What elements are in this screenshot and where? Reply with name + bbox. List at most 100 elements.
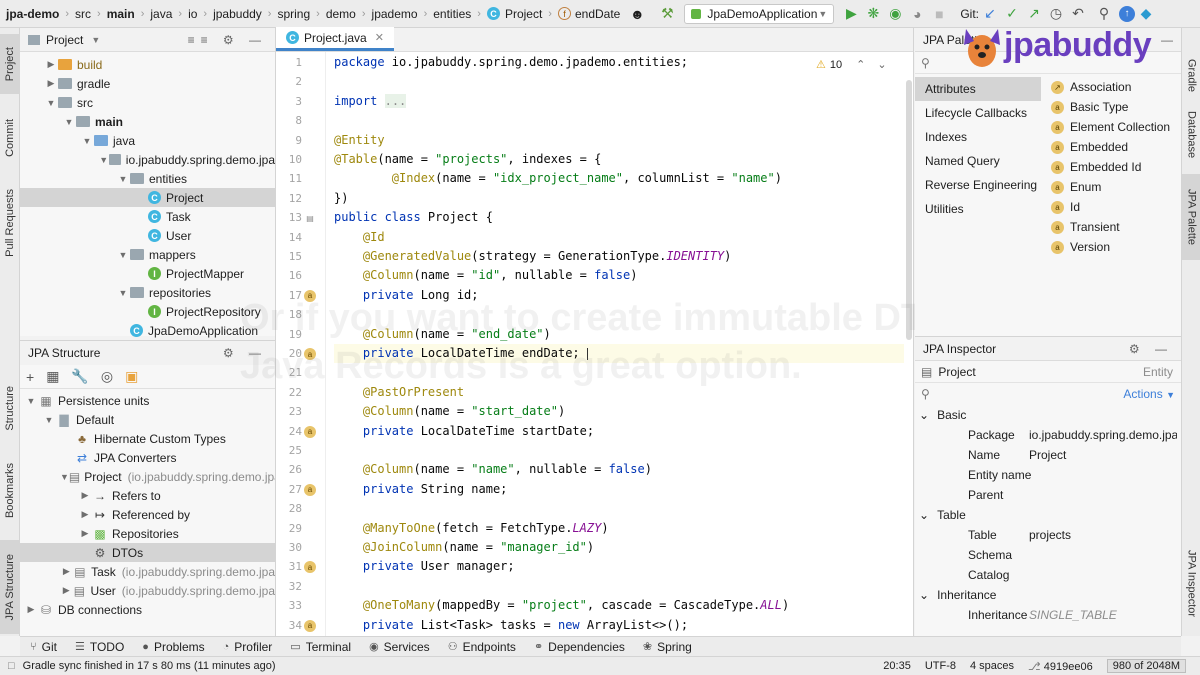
code-line[interactable]: @Id: [334, 228, 385, 247]
build-hammer-icon[interactable]: ⚒: [656, 3, 678, 25]
db-icon[interactable]: ▦: [46, 368, 59, 385]
tree-row-entities[interactable]: ▼ entities: [20, 169, 275, 188]
tree-row-project[interactable]: C Project: [20, 188, 275, 207]
tool-tab-bookmarks[interactable]: Bookmarks: [0, 456, 20, 526]
chevron-down-icon[interactable]: ▼: [116, 288, 130, 298]
caret-position[interactable]: 20:35: [883, 660, 911, 672]
jpa-tree-row-persistence-units[interactable]: ▼ ▦ Persistence units: [20, 391, 275, 410]
chevron-right-icon[interactable]: ▶: [78, 490, 92, 501]
chevron-right-icon[interactable]: ▶: [24, 604, 38, 615]
inspector-row-schema[interactable]: Schema: [915, 545, 1181, 565]
jpa-tree-row-user[interactable]: ▶ ▤ User (io.jpabuddy.spring.demo.jpa: [20, 581, 275, 600]
tool-tab-jpa-palette[interactable]: JPA Palette: [1182, 174, 1200, 260]
editor-scrollbar[interactable]: [906, 80, 912, 340]
chevron-down-icon[interactable]: ▼: [91, 35, 100, 45]
code-line[interactable]: private LocalDateTime endDate;: [334, 344, 904, 364]
palette-icon[interactable]: ▣: [125, 368, 138, 385]
jpa-tree-row-project[interactable]: ▼ ▤ Project (io.jpabuddy.spring.demo.jpa: [20, 467, 281, 486]
breadcrumb-item[interactable]: entities: [433, 7, 471, 21]
tool-window-git[interactable]: ⑂ Git: [30, 640, 57, 654]
code-line[interactable]: @JoinColumn(name = "manager_id"): [334, 538, 594, 557]
tool-tab-jpa-structure[interactable]: JPA Structure: [0, 540, 20, 634]
breadcrumb-item[interactable]: jpademo: [372, 7, 418, 21]
chevron-down-icon[interactable]: ▼: [44, 98, 58, 108]
code-line[interactable]: package io.jpabuddy.spring.demo.jpademo.…: [334, 53, 688, 72]
chevron-down-icon[interactable]: ▼: [24, 396, 38, 406]
chevron-down-icon[interactable]: ▼: [60, 472, 69, 482]
property-value[interactable]: io.jpabuddy.spring.demo.jpa...: [1029, 428, 1177, 442]
breadcrumb-item[interactable]: demo: [326, 7, 356, 21]
coverage-icon[interactable]: ◉: [884, 3, 906, 25]
inspector-row-parent[interactable]: Parent: [915, 485, 1181, 505]
project-panel-title[interactable]: Project: [46, 33, 83, 47]
gutter-bean-icon[interactable]: a: [304, 483, 316, 496]
search-icon[interactable]: ⚲: [921, 387, 930, 401]
breadcrumb-item[interactable]: Project: [505, 7, 542, 21]
tree-row-repositories[interactable]: ▼ repositories: [20, 283, 275, 302]
code-line[interactable]: private String name;: [334, 480, 508, 499]
chevron-right-icon[interactable]: ▶: [78, 528, 92, 539]
palette-category-utilities[interactable]: Utilities: [915, 197, 1041, 221]
palette-item-basic-type[interactable]: a Basic Type: [1041, 97, 1181, 117]
code-line[interactable]: private User manager;: [334, 557, 515, 576]
tree-row-main[interactable]: ▼ main: [20, 112, 275, 131]
inspector-section-inheritance[interactable]: ⌄ Inheritance: [915, 585, 1181, 605]
breadcrumb-item[interactable]: main: [107, 7, 135, 21]
breadcrumb-item[interactable]: jpabuddy: [213, 7, 262, 21]
tool-window-spring[interactable]: ❀ Spring: [643, 640, 692, 654]
inspector-section-table[interactable]: ⌄ Table: [915, 505, 1181, 525]
tree-row-mappers[interactable]: ▼ mappers: [20, 245, 275, 264]
breadcrumb-item[interactable]: jpa-demo: [6, 7, 59, 21]
gutter-bean-icon[interactable]: a: [304, 561, 316, 574]
jpa-tree-row-task[interactable]: ▶ ▤ Task (io.jpabuddy.spring.demo.jpa: [20, 562, 275, 581]
jpa-tree-row-hibernate-custom-types[interactable]: ♣ Hibernate Custom Types: [20, 429, 275, 448]
code-line[interactable]: public class Project {: [334, 208, 493, 227]
chevron-down-icon[interactable]: ▼: [116, 174, 130, 184]
tree-row-io-jpabuddy-spring-demo-jpa[interactable]: ▼ io.jpabuddy.spring.demo.jpa: [20, 150, 275, 169]
jpa-tree-row-default[interactable]: ▼ ▇ Default: [20, 410, 275, 429]
tool-tab-gradle[interactable]: Gradle: [1182, 46, 1200, 106]
code-line[interactable]: @OneToMany(mappedBy = "project", cascade…: [334, 596, 789, 615]
chevron-down-icon[interactable]: ▼: [116, 250, 130, 260]
code-line[interactable]: @Index(name = "idx_project_name", column…: [334, 169, 782, 188]
tool-tab-project[interactable]: Project: [0, 34, 20, 94]
inspector-row-entity-name[interactable]: Entity name: [915, 465, 1181, 485]
target-icon[interactable]: ◎: [101, 368, 113, 385]
code-line[interactable]: import ...: [334, 92, 407, 111]
tool-window-dependencies[interactable]: ⚭ Dependencies: [534, 640, 625, 654]
tree-row-jpademoapplication[interactable]: C JpaDemoApplication: [20, 321, 275, 340]
tool-tab-commit[interactable]: Commit: [0, 108, 20, 168]
tree-row-user[interactable]: C User: [20, 226, 275, 245]
indent-setting[interactable]: 4 spaces: [970, 660, 1014, 672]
close-icon[interactable]: ✕: [375, 31, 384, 44]
property-value[interactable]: SINGLE_TABLE: [1029, 608, 1177, 622]
tree-row-task[interactable]: C Task: [20, 207, 275, 226]
code-line[interactable]: @Column(name = "name", nullable = false): [334, 460, 652, 479]
chevron-down-icon[interactable]: ▼: [98, 155, 109, 165]
run-icon[interactable]: ▶: [840, 3, 862, 25]
profile-icon[interactable]: ◕: [906, 3, 928, 25]
code-line[interactable]: @ManyToOne(fetch = FetchType.LAZY): [334, 519, 609, 538]
tab-project-java[interactable]: C Project.java ✕: [276, 27, 394, 51]
tool-window-endpoints[interactable]: ⚇ Endpoints: [448, 640, 516, 654]
chevron-down-icon[interactable]: ▼: [80, 136, 94, 146]
tool-tab-jpa-inspector[interactable]: JPA Inspector: [1182, 536, 1200, 632]
breadcrumb-item[interactable]: io: [188, 7, 197, 21]
code-editor[interactable]: C Project.java ✕ ⚠ 10 ⌃ ⌄ 1 2 3 8 9 10 11 12 13 ▤…: [275, 27, 914, 636]
chevron-right-icon[interactable]: ▶: [44, 78, 58, 89]
gutter-bean-icon[interactable]: a: [304, 289, 316, 302]
tool-window-todo[interactable]: ☰ TODO: [75, 640, 124, 654]
chevron-down-icon[interactable]: ▼: [42, 415, 56, 425]
tool-tab-database[interactable]: Database: [1182, 100, 1200, 170]
tool-tab-pull-requests[interactable]: Pull Requests: [0, 178, 20, 268]
status-message[interactable]: Gradle sync finished in 17 s 80 ms (11 m…: [23, 660, 276, 672]
inspector-row-package[interactable]: Package io.jpabuddy.spring.demo.jpa...: [915, 425, 1181, 445]
inspector-row-inheritance[interactable]: Inheritance SINGLE_TABLE: [915, 605, 1181, 625]
tree-row-src[interactable]: ▼ src: [20, 93, 275, 112]
code-line[interactable]: @Column(name = "end_date"): [334, 325, 551, 344]
palette-item-association[interactable]: ↗ Association: [1041, 77, 1181, 97]
property-value[interactable]: projects: [1029, 528, 1177, 542]
wrench-icon[interactable]: 🔧: [71, 368, 88, 385]
palette-category-reverse-engineering[interactable]: Reverse Engineering: [915, 173, 1041, 197]
breadcrumb-item[interactable]: spring: [277, 7, 310, 21]
